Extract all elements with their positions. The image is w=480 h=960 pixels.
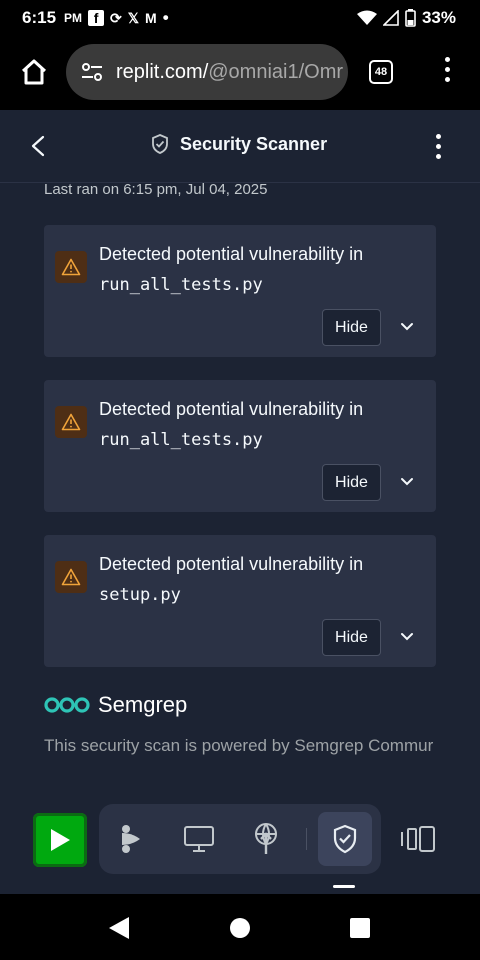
status-bar: 6:15 PM f ⟳ 𝕏 M • 33% (0, 0, 480, 36)
security-scanner-tool-button[interactable] (318, 812, 372, 866)
bottom-toolbar (0, 800, 480, 890)
url-path: @omniai1/Omr (208, 60, 344, 83)
agent-tool-button[interactable] (115, 822, 149, 856)
finding-card[interactable]: Detected potential vulnerability in setu… (44, 535, 436, 667)
finding-title: Detected potential vulnerability in (99, 399, 364, 419)
warning-icon (55, 561, 87, 593)
gmail-icon: M (145, 10, 157, 26)
chevron-down-icon[interactable] (399, 629, 415, 645)
finding-file: setup.py (99, 585, 181, 605)
hide-button[interactable]: Hide (322, 619, 381, 656)
sync-icon: ⟳ (110, 9, 122, 26)
active-tool-indicator (333, 885, 355, 888)
site-settings-icon[interactable] (80, 60, 104, 84)
semgrep-mark-icon (44, 697, 90, 713)
more-options-icon[interactable] (432, 134, 444, 164)
warning-icon (55, 406, 87, 438)
finding-message: Detected potential vulnerability in run_… (99, 394, 363, 456)
nav-home-icon[interactable] (230, 918, 250, 938)
tab-count: 48 (374, 66, 388, 78)
url-bar[interactable]: replit.com/@omniai1/Omr (66, 44, 348, 100)
wifi-icon (356, 10, 377, 25)
chevron-down-icon[interactable] (399, 319, 415, 335)
finding-card[interactable]: Detected potential vulnerability in run_… (44, 225, 436, 357)
home-icon[interactable] (18, 56, 50, 88)
signal-icon (382, 10, 399, 26)
warning-icon (55, 251, 87, 283)
monitor-icon (184, 826, 214, 852)
chevron-down-icon[interactable] (399, 474, 415, 490)
shield-check-icon (152, 134, 168, 154)
nav-back-icon[interactable] (108, 916, 130, 940)
deploy-icon (255, 823, 277, 854)
finding-message: Detected potential vulnerability in setu… (99, 549, 363, 611)
hide-button[interactable]: Hide (322, 464, 381, 501)
page-title-text: Security Scanner (180, 133, 328, 154)
facebook-icon: f (88, 10, 105, 26)
status-dot: • (162, 8, 169, 27)
finding-message: Detected potential vulnerability in run_… (99, 239, 363, 301)
hide-button[interactable]: Hide (322, 309, 381, 346)
status-ampm: PM (64, 11, 83, 25)
webview-tool-button[interactable] (182, 822, 216, 856)
tool-group (99, 804, 381, 874)
finding-title: Detected potential vulnerability in (99, 244, 364, 264)
url-text: replit.com/@omniai1/Omr (116, 61, 343, 84)
finding-title: Detected potential vulnerability in (99, 554, 364, 574)
tool-divider (306, 828, 307, 850)
semgrep-logo: Semgrep (44, 692, 187, 718)
browser-menu-icon[interactable] (440, 57, 454, 87)
status-time: 6:15 (22, 8, 57, 27)
powered-by-text: This security scan is powered by Semgrep… (44, 736, 434, 755)
battery-percent: 33% (421, 8, 456, 27)
play-icon (51, 829, 70, 851)
battery-icon (405, 9, 416, 27)
browser-toolbar: replit.com/@omniai1/Omr (0, 36, 480, 110)
split-pane-icon[interactable] (400, 824, 436, 854)
finding-file: run_all_tests.py (99, 275, 263, 295)
deploy-tool-button[interactable] (249, 822, 283, 856)
shield-check-icon (333, 824, 357, 854)
app-header: Security Scanner (0, 110, 480, 183)
finding-card[interactable]: Detected potential vulnerability in run_… (44, 380, 436, 512)
url-host: replit.com/ (116, 60, 209, 83)
back-arrow-icon[interactable] (28, 134, 50, 158)
last-ran-text: Last ran on 6:15 pm, Jul 04, 2025 (44, 181, 268, 198)
semgrep-name: Semgrep (98, 692, 188, 717)
nav-recents-icon[interactable] (350, 918, 370, 938)
page-title: Security Scanner (150, 133, 327, 155)
agent-icon (122, 825, 140, 853)
finding-file: run_all_tests.py (99, 430, 263, 450)
tab-switcher-button[interactable]: 48 (369, 60, 393, 84)
x-icon: 𝕏 (127, 9, 140, 26)
run-button[interactable] (33, 813, 87, 867)
